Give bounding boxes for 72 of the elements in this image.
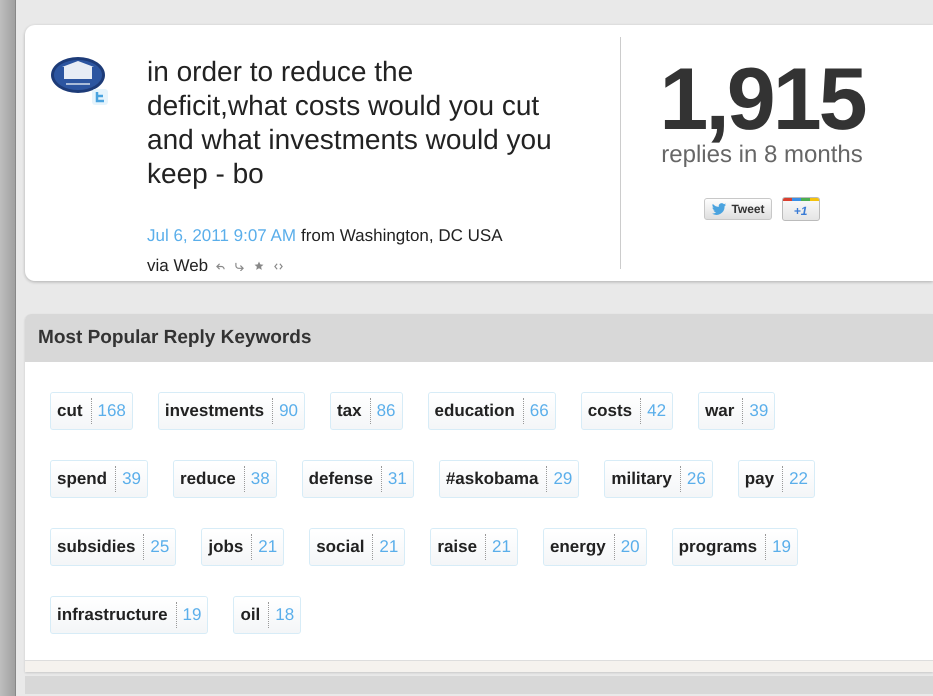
keyword-tag[interactable]: subsidies 25 — [50, 528, 176, 566]
keyword-tag[interactable]: military 26 — [604, 460, 713, 498]
keyword-text: energy — [550, 534, 615, 560]
keyword-tag[interactable]: education 66 — [428, 392, 556, 430]
keyword-count: 42 — [646, 400, 666, 422]
tweet-text: in order to reduce the deficit,what costs would you cut and what investments would you keep - bo — [147, 55, 552, 191]
keyword-text: reduce — [180, 466, 245, 492]
source-text: via Web — [147, 255, 208, 277]
keyword-tag[interactable]: raise 21 — [430, 528, 518, 566]
keyword-count: 31 — [386, 468, 407, 490]
reply-icon[interactable] — [216, 262, 226, 270]
keyword-count: 39 — [121, 468, 141, 490]
keyword-tag[interactable]: energy 20 — [542, 528, 647, 566]
keyword-count: 19 — [771, 536, 791, 558]
keyword-tag[interactable]: cut 168 — [50, 392, 133, 430]
keyword-text: jobs — [208, 534, 252, 560]
keyword-text: defense — [308, 466, 382, 492]
keyword-text: pay — [744, 466, 784, 492]
keyword-tag[interactable]: jobs 21 — [201, 528, 284, 566]
keyword-count: 20 — [620, 536, 640, 558]
keyword-text: programs — [678, 534, 766, 560]
keyword-tag[interactable]: spend 39 — [50, 460, 148, 498]
keyword-tag[interactable]: infrastructure 19 — [50, 596, 208, 634]
reply-count: 1,915 — [659, 57, 865, 141]
keyword-tag[interactable]: programs 19 — [672, 528, 798, 566]
keyword-text: #askobama — [446, 466, 548, 492]
keyword-text: cut — [57, 398, 92, 424]
keyword-count: 38 — [250, 468, 270, 490]
keyword-count: 21 — [257, 536, 278, 558]
keyword-count: 39 — [748, 400, 768, 422]
keyword-text: tax — [337, 398, 371, 424]
keyword-count: 26 — [686, 468, 706, 490]
keyword-tag[interactable]: reduce 38 — [172, 460, 277, 498]
keyword-tag[interactable]: social 21 — [309, 528, 406, 566]
keyword-count: 25 — [149, 536, 170, 558]
keyword-tag[interactable]: costs 42 — [580, 392, 674, 430]
keyword-count: 22 — [788, 468, 808, 490]
keyword-text: subsidies — [57, 534, 144, 560]
keyword-count: 168 — [96, 400, 126, 422]
retweet-icon[interactable] — [235, 262, 244, 270]
keyword-text: investments — [164, 398, 274, 424]
keyword-text: oil — [240, 602, 270, 628]
keyword-tag[interactable]: oil 18 — [233, 596, 302, 634]
keyword-text: infrastructure — [57, 602, 177, 628]
bird-icon — [711, 202, 728, 216]
plus-one-button[interactable]: +1 — [782, 197, 820, 221]
keyword-count: 90 — [278, 400, 298, 422]
location-text: from Washington, DC USA — [301, 225, 503, 247]
keyword-text: spend — [57, 466, 116, 492]
keyword-count: 19 — [182, 604, 202, 626]
keyword-count: 29 — [552, 468, 572, 490]
keyword-text: military — [611, 466, 681, 492]
keyword-tag[interactable]: pay 22 — [738, 460, 815, 498]
keyword-tag[interactable]: #askobama 29 — [438, 460, 580, 498]
keyword-count: 21 — [378, 536, 398, 558]
star-icon[interactable] — [254, 261, 264, 271]
keyword-text: costs — [588, 398, 642, 424]
keyword-count: 66 — [528, 400, 549, 422]
keyword-text: social — [316, 534, 374, 560]
tweet-button[interactable]: Tweet — [704, 198, 772, 220]
keyword-tag[interactable]: tax 86 — [330, 392, 402, 430]
keyword-text: raise — [437, 534, 486, 560]
keyword-count: 86 — [376, 400, 396, 422]
embed-icon[interactable] — [274, 262, 284, 270]
panel-title: Most Popular Reply Keywords — [38, 326, 312, 350]
keyword-count: 21 — [491, 536, 511, 558]
keyword-text: war — [705, 398, 744, 424]
keyword-tag[interactable]: defense 31 — [302, 460, 414, 498]
keyword-tag[interactable]: war 39 — [698, 392, 776, 430]
keyword-count: 18 — [274, 604, 294, 626]
keyword-tag[interactable]: investments 90 — [158, 392, 305, 430]
keyword-text: education — [434, 398, 524, 424]
